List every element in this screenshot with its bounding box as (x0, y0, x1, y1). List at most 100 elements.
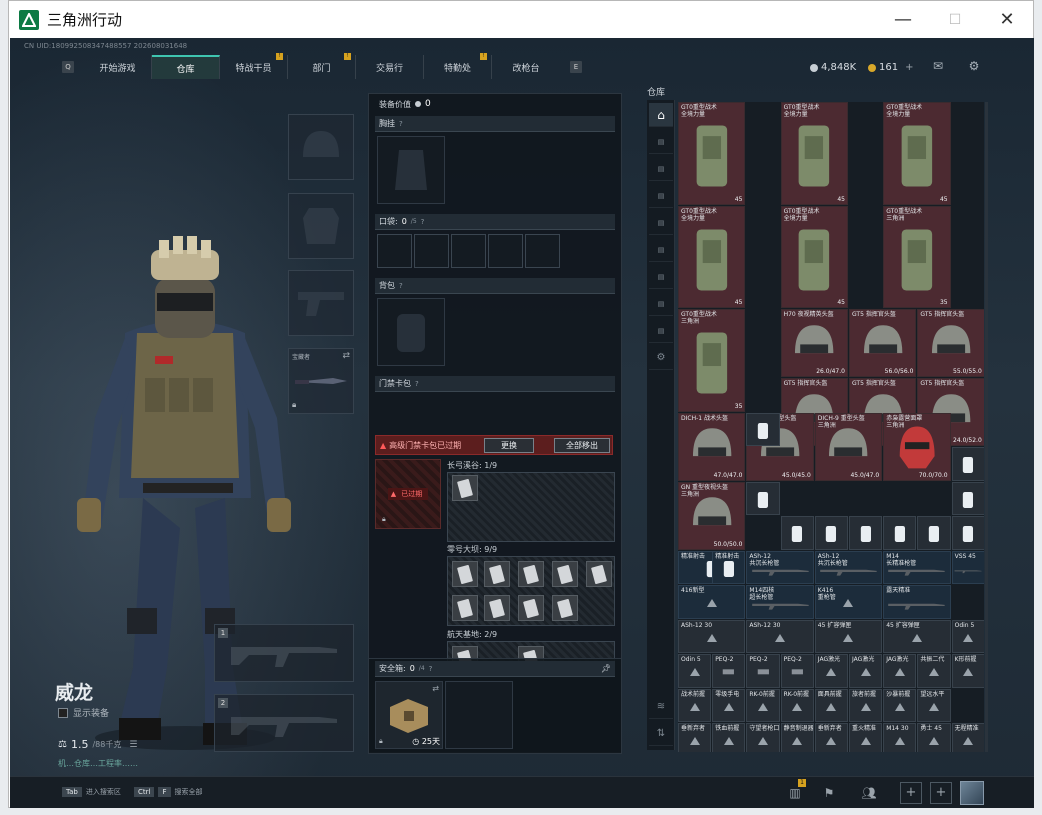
help-icon[interactable]: ? (399, 120, 403, 128)
armor-slot[interactable] (288, 193, 354, 259)
keycard-item[interactable] (452, 475, 478, 501)
settings-gear-icon[interactable]: ⚙ (966, 59, 982, 73)
warehouse-item[interactable]: 静音制退器 (780, 723, 814, 752)
warehouse-item[interactable]: 零级手电 (712, 688, 746, 722)
flag-icon[interactable]: ⚑ (818, 783, 840, 803)
warehouse-item[interactable]: 共振二代 (917, 654, 951, 688)
warehouse-item[interactable]: JAG激光 (883, 654, 917, 688)
keycard-item[interactable] (552, 561, 578, 587)
pocket-slot[interactable] (525, 234, 560, 268)
tab-storage-1[interactable]: ▤ (649, 130, 673, 154)
warehouse-item[interactable]: M14四核 超长枪管 (746, 585, 814, 619)
helmet-slot[interactable] (288, 114, 354, 180)
warehouse-item[interactable]: PEQ-2 (746, 654, 780, 688)
warehouse-item[interactable]: GT5 指挥官头盔 56.0/56.0 (849, 309, 917, 377)
warehouse-item[interactable]: 战术前握 (678, 688, 712, 722)
warehouse-item[interactable]: GT0重型战术 全境力量 45 (678, 102, 746, 205)
ctrl-f-key-hint[interactable]: Ctrl F 搜索全部 (134, 787, 203, 797)
keycard-item[interactable] (518, 595, 544, 621)
help-icon[interactable]: ? (399, 282, 403, 290)
backpack-slot[interactable] (377, 298, 445, 366)
warehouse-item[interactable]: M14 30 (883, 723, 917, 752)
tab-all-items[interactable]: ⌂ (649, 103, 673, 127)
tab-storage-8[interactable]: ▤ (649, 319, 673, 343)
warehouse-item[interactable]: 望远水平 (917, 688, 951, 722)
tab-key-hint[interactable]: Tab 进入搜索区 (62, 787, 121, 797)
show-equipment-toggle[interactable]: 显示装备 (58, 706, 109, 719)
warehouse-item[interactable]: GT0重型战术 三角洲 35 (883, 205, 951, 308)
list-icon[interactable]: ☰ (129, 740, 137, 750)
add-teammate-button[interactable]: + (900, 782, 922, 804)
warehouse-item[interactable]: 416新型 (678, 585, 746, 619)
warehouse-item[interactable]: GT0重型战术 全境力量 45 (780, 205, 848, 308)
tab-settings[interactable]: ⚙ (649, 346, 673, 370)
warehouse-item[interactable]: ASh-12 共沉长枪管 (746, 550, 814, 584)
pocket-slot[interactable] (414, 234, 449, 268)
keycase-grid-longbow[interactable] (447, 472, 615, 542)
melee-slot[interactable]: 宝藏者 ⇄ 🔒︎ (288, 348, 354, 414)
pocket-slot[interactable] (488, 234, 523, 268)
tab-operators[interactable]: 特战干员! (220, 53, 288, 79)
warehouse-item[interactable]: GT0重型战术 三角洲 35 (678, 309, 746, 412)
warehouse-item[interactable] (951, 481, 984, 515)
warehouse-item[interactable]: 勇士 45 (917, 723, 951, 752)
warehouse-item[interactable]: RK-0前握 (780, 688, 814, 722)
friends-icon[interactable]: 👥︎ (858, 783, 880, 803)
warehouse-item[interactable]: 45 扩容弹匣 (814, 619, 883, 653)
primary-weapon-slot[interactable]: 1 (214, 624, 354, 682)
warehouse-item[interactable]: RK-0前握 (746, 688, 780, 722)
safe-box-grid[interactable] (445, 681, 513, 749)
swap-icon[interactable]: ⇄ (342, 351, 350, 361)
warehouse-item[interactable]: PEQ-2 (712, 654, 746, 688)
keycase-slot[interactable]: ▲ 已过期 🔒︎ (375, 459, 441, 529)
warehouse-item[interactable]: 精准射击 (712, 550, 746, 584)
warehouse-item[interactable]: K形前握 (951, 654, 984, 688)
replace-button[interactable]: 更换 (484, 438, 534, 453)
secondary-weapon-slot[interactable]: 2 (214, 694, 354, 752)
warehouse-item[interactable]: 垂新弃者 (814, 723, 848, 752)
warehouse-item[interactable]: GT0重型战术 全境力量 45 (883, 102, 951, 205)
pin-icon[interactable]: 📌︎ (601, 664, 611, 673)
warehouse-item[interactable]: 赤枭露营面罩 三角洲 70.0/70.0 (883, 412, 951, 481)
warehouse-item[interactable] (951, 447, 984, 481)
checkbox[interactable] (58, 707, 68, 718)
tab-storage-2[interactable]: ▤ (649, 157, 673, 181)
warehouse-item[interactable] (746, 481, 780, 515)
safe-box-slot[interactable]: ⇄ 🔒︎ ◷ 25天 (375, 681, 443, 749)
warehouse-item[interactable]: 面具前握 (814, 688, 848, 722)
warehouse-item[interactable]: GN 重型夜视头盔 三角洲 50.0/50.0 (678, 481, 746, 550)
tab-storage-7[interactable]: ▤ (649, 292, 673, 316)
pocket-slot[interactable] (377, 234, 412, 268)
warehouse-item[interactable]: VSS 45 (951, 550, 984, 584)
keycard-item[interactable] (452, 595, 478, 621)
pocket-slot[interactable] (451, 234, 486, 268)
warehouse-item[interactable]: GT0重型战术 全境力量 45 (678, 205, 746, 308)
warehouse-item[interactable]: GT5 指挥官头盔 55.0/55.0 (917, 309, 984, 377)
mail-icon[interactable]: ✉ (930, 59, 946, 73)
warehouse-item[interactable]: H70 夜视精英头盔 26.0/47.0 (780, 309, 848, 377)
tab-storage-3[interactable]: ▤ (649, 184, 673, 208)
warehouse-item[interactable]: 重火精准 (849, 723, 883, 752)
warehouse-item[interactable]: 旅者前握 (849, 688, 883, 722)
keycard-item[interactable] (484, 595, 510, 621)
warehouse-item[interactable]: 沙暴前握 (883, 688, 917, 722)
warehouse-item[interactable] (780, 516, 814, 550)
swap-icon[interactable]: ⇄ (432, 684, 439, 693)
warehouse-scrollbar[interactable] (985, 102, 988, 752)
keycase-grid-zero-dam[interactable] (447, 556, 615, 626)
tab-trading[interactable]: 交易行 (356, 55, 424, 79)
tab-warehouse[interactable]: 仓库 (152, 55, 220, 79)
maximize-button[interactable]: ☐ (929, 1, 981, 38)
warehouse-item[interactable]: DICH-1 战术头盔 47.0/47.0 (678, 412, 746, 481)
warehouse-item[interactable]: 垂新弃者 (678, 723, 712, 752)
nav-next-key[interactable]: E (570, 61, 582, 73)
help-icon[interactable]: ? (415, 380, 419, 388)
warehouse-item[interactable]: 45 扩容弹匣 (883, 619, 951, 653)
tab-sort[interactable]: ⇅ (649, 722, 673, 746)
warehouse-item[interactable]: GT0重型战术 全境力量 45 (780, 102, 848, 205)
player-avatar[interactable] (960, 781, 984, 805)
add-teammate-button[interactable]: + (930, 782, 952, 804)
keycard-item[interactable] (452, 561, 478, 587)
help-icon[interactable]: ? (429, 665, 433, 673)
warehouse-item[interactable] (746, 412, 780, 446)
